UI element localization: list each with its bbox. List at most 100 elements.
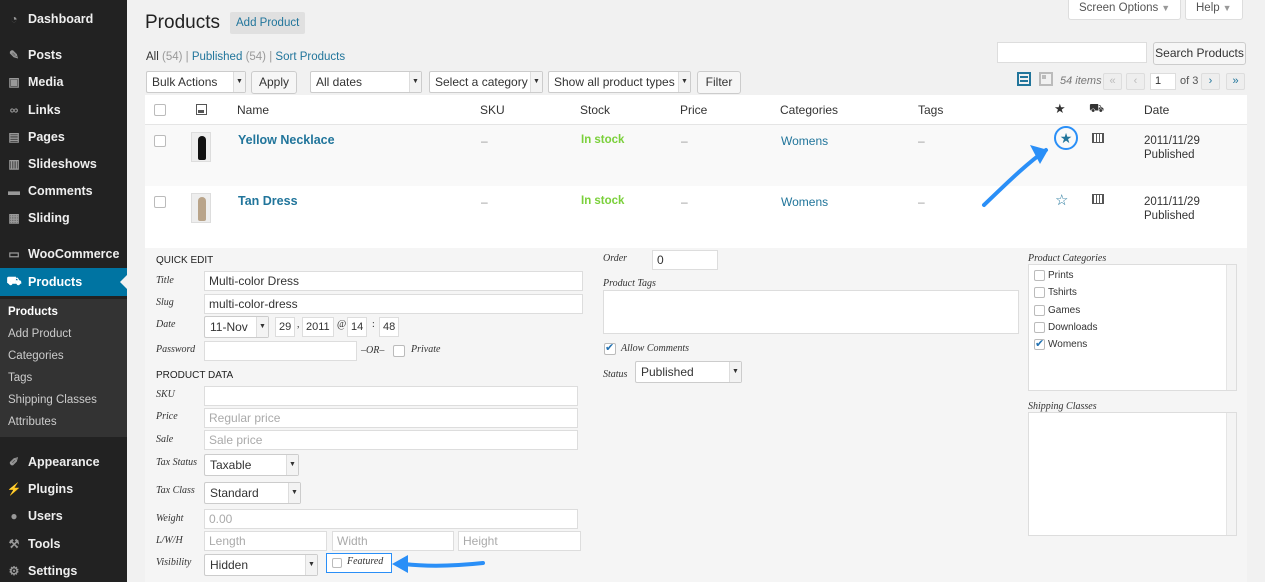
menu-slideshows[interactable]: ▥ Slideshows [0, 152, 127, 176]
list-view-icon[interactable] [1017, 72, 1031, 86]
category-checkbox[interactable] [1034, 322, 1045, 333]
month-select[interactable]: 11-Nov ▼ [204, 316, 269, 338]
price-value: – [681, 195, 688, 209]
title-input[interactable]: Multi-color Dress [204, 271, 583, 291]
menu-dashboard[interactable]: ◔ Dashboard [0, 7, 127, 31]
category-item[interactable]: Womens [1034, 337, 1087, 350]
categories-scrollbar[interactable] [1226, 265, 1236, 390]
excerpt-view-icon[interactable] [1039, 72, 1053, 86]
view-published[interactable]: Published [192, 51, 243, 63]
submenu-categories[interactable]: Categories [8, 350, 64, 362]
height-input[interactable]: Height [458, 531, 581, 551]
featured-star-filled-icon[interactable]: ★ [1054, 126, 1078, 150]
shipping-scrollbar[interactable] [1226, 413, 1236, 535]
product-thumbnail[interactable] [191, 132, 211, 162]
length-input[interactable]: Length [204, 531, 327, 551]
visibility-select[interactable]: Hidden ▼ [204, 554, 318, 576]
product-figure [198, 136, 206, 160]
password-input[interactable] [204, 341, 357, 361]
help-button[interactable]: Help ▼ [1185, 0, 1243, 20]
featured-checkbox[interactable] [332, 558, 342, 568]
order-input[interactable]: 0 [652, 250, 718, 270]
category-checkbox[interactable] [1034, 305, 1045, 316]
category-checkbox[interactable] [1034, 270, 1045, 281]
menu-appearance[interactable]: ✐ Appearance [0, 450, 127, 474]
year-input[interactable]: 2011 [302, 317, 334, 337]
menu-products[interactable]: ⛟ Products [0, 268, 127, 296]
private-checkbox[interactable] [393, 345, 405, 357]
price-value: – [681, 134, 688, 148]
category-checkbox[interactable] [1034, 287, 1045, 298]
first-page-button[interactable]: « [1103, 73, 1122, 90]
category-link[interactable]: Womens [781, 195, 828, 209]
filter-button[interactable]: Filter [697, 71, 741, 94]
row-checkbox[interactable] [154, 196, 166, 208]
menu-media[interactable]: ▣ Media [0, 70, 127, 94]
view-all[interactable]: All [146, 51, 159, 63]
category-item[interactable]: Prints [1034, 270, 1074, 281]
select-all-checkbox[interactable] [154, 104, 166, 116]
menu-settings[interactable]: ⚙ Settings [0, 559, 127, 582]
status-select[interactable]: Published ▼ [635, 361, 742, 383]
dates-select[interactable]: All dates ▼ [310, 71, 422, 93]
menu-sliding[interactable]: ▦ Sliding [0, 206, 127, 230]
submenu-shipping-classes[interactable]: Shipping Classes [8, 394, 97, 406]
weight-input[interactable]: 0.00 [204, 509, 578, 529]
add-product-button[interactable]: Add Product [230, 12, 306, 34]
submenu-attributes[interactable]: Attributes [8, 416, 57, 428]
menu-users[interactable]: ● Users [0, 504, 127, 528]
category-checkbox[interactable] [1034, 337, 1045, 350]
menu-woocommerce[interactable]: ▭ WooCommerce [0, 242, 127, 266]
row-checkbox[interactable] [154, 135, 166, 147]
search-input[interactable] [997, 42, 1147, 63]
category-item[interactable]: Tshirts [1034, 287, 1077, 298]
featured-label: Featured [347, 556, 384, 567]
menu-links[interactable]: ∞ Links [0, 98, 127, 122]
category-item[interactable]: Downloads [1034, 322, 1097, 333]
category-link[interactable]: Womens [781, 134, 828, 148]
screen-options-button[interactable]: Screen Options ▼ [1068, 0, 1182, 20]
tax-status-select[interactable]: Taxable ▼ [204, 454, 299, 476]
sort-products-link[interactable]: Sort Products [275, 51, 345, 63]
menu-tools[interactable]: ⚒ Tools [0, 532, 127, 556]
submenu-products[interactable]: Products [8, 306, 58, 318]
column-name[interactable]: Name [237, 103, 269, 117]
pages-icon: ▤ [8, 130, 20, 144]
product-thumbnail[interactable] [191, 193, 211, 223]
tax-class-select[interactable]: Standard ▼ [204, 482, 301, 504]
regular-price-input[interactable]: Regular price [204, 408, 578, 428]
shipping-classes-box[interactable] [1028, 412, 1237, 536]
menu-plugins[interactable]: ⚡ Plugins [0, 477, 127, 501]
slug-input[interactable]: multi-color-dress [204, 294, 583, 314]
next-page-button[interactable]: › [1201, 73, 1220, 90]
product-name-link[interactable]: Tan Dress [238, 194, 298, 208]
last-page-button[interactable]: » [1226, 73, 1245, 90]
menu-pages[interactable]: ▤ Pages [0, 125, 127, 149]
allow-comments-checkbox[interactable] [604, 341, 616, 355]
product-name-link[interactable]: Yellow Necklace [238, 133, 335, 147]
column-sku[interactable]: SKU [480, 103, 505, 117]
search-products-button[interactable]: Search Products [1153, 42, 1246, 65]
current-page-input[interactable]: 1 [1150, 73, 1176, 90]
category-item[interactable]: Games [1034, 305, 1080, 316]
prev-page-button[interactable]: ‹ [1126, 73, 1145, 90]
sku-input[interactable] [204, 386, 578, 406]
sale-price-input[interactable]: Sale price [204, 430, 578, 450]
hour-input[interactable]: 14 [347, 317, 367, 337]
submenu-tags[interactable]: Tags [8, 372, 32, 384]
menu-posts[interactable]: ✎ Posts [0, 43, 127, 67]
bulk-actions-select[interactable]: Bulk Actions ▼ [146, 71, 246, 93]
width-input[interactable]: Width [332, 531, 454, 551]
column-price[interactable]: Price [680, 103, 707, 117]
product-type-select[interactable]: Show all product types ▼ [548, 71, 691, 93]
submenu-add-product[interactable]: Add Product [8, 328, 71, 340]
product-tags-textarea[interactable] [603, 290, 1019, 334]
day-input[interactable]: 29 [275, 317, 295, 337]
apply-button[interactable]: Apply [251, 71, 297, 94]
featured-star-empty-icon[interactable]: ☆ [1055, 191, 1068, 209]
category-select[interactable]: Select a category ▼ [429, 71, 543, 93]
menu-comments[interactable]: ▬ Comments [0, 179, 127, 203]
minute-input[interactable]: 48 [379, 317, 399, 337]
column-date[interactable]: Date [1144, 103, 1169, 117]
featured-star-icon[interactable]: ★ [1054, 101, 1066, 117]
